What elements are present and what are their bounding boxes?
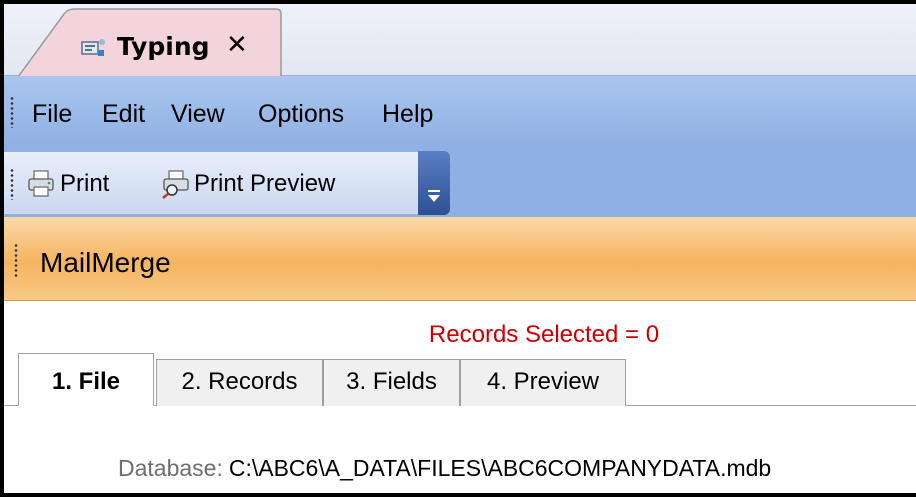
menu-file[interactable]: File [32,100,72,129]
panel-title: MailMerge [40,247,171,278]
menu-edit[interactable]: Edit [102,100,145,129]
document-tab-typing[interactable]: Typing ✕ [18,8,282,77]
overflow-bar-icon [428,190,440,192]
database-row: Database: C:\ABC6\A_DATA\FILES\ABC6COMPAN… [118,455,771,482]
app-window: Typing ✕ File Edit View Options Help Pri… [0,0,916,497]
tab-preview[interactable]: 4. Preview [460,359,626,406]
records-selected-status: Records Selected = 0 [428,321,660,348]
print-label: Print [60,170,110,197]
document-tab-strip: Typing ✕ [4,4,916,77]
menu-options[interactable]: Options [258,100,344,129]
printer-icon [26,169,58,199]
menu-view[interactable]: View [171,100,225,129]
close-icon[interactable]: ✕ [226,30,248,60]
mailmerge-header: MailMerge [4,217,916,301]
mailmerge-content: Records Selected = 0 1. File 2. Records … [4,301,916,493]
print-preview-label: Print Preview [194,170,336,197]
toolbar-grip[interactable] [10,168,14,200]
print-toolbar: Print Print Preview [4,151,450,215]
tab-file[interactable]: 1. File [18,353,154,406]
toolbar-row: Print Print Preview [4,147,916,217]
panel-grip[interactable] [14,243,18,279]
chevron-down-icon [428,195,440,202]
tab-fields[interactable]: 3. Fields [323,359,460,406]
print-preview-button[interactable]: Print Preview [160,166,335,202]
menu-help[interactable]: Help [382,100,433,129]
database-label: Database: [118,455,223,481]
toolbar-overflow-button[interactable] [418,151,450,215]
menubar-grip[interactable] [10,96,14,128]
print-button[interactable]: Print [26,166,109,202]
typing-app-icon [78,36,110,60]
tab-records[interactable]: 2. Records [156,359,323,406]
document-tab-title: Typing [117,32,210,61]
database-path: C:\ABC6\A_DATA\FILES\ABC6COMPANYDATA.mdb [228,455,772,481]
print-preview-icon [160,169,192,199]
menu-bar: File Edit View Options Help [4,76,916,147]
